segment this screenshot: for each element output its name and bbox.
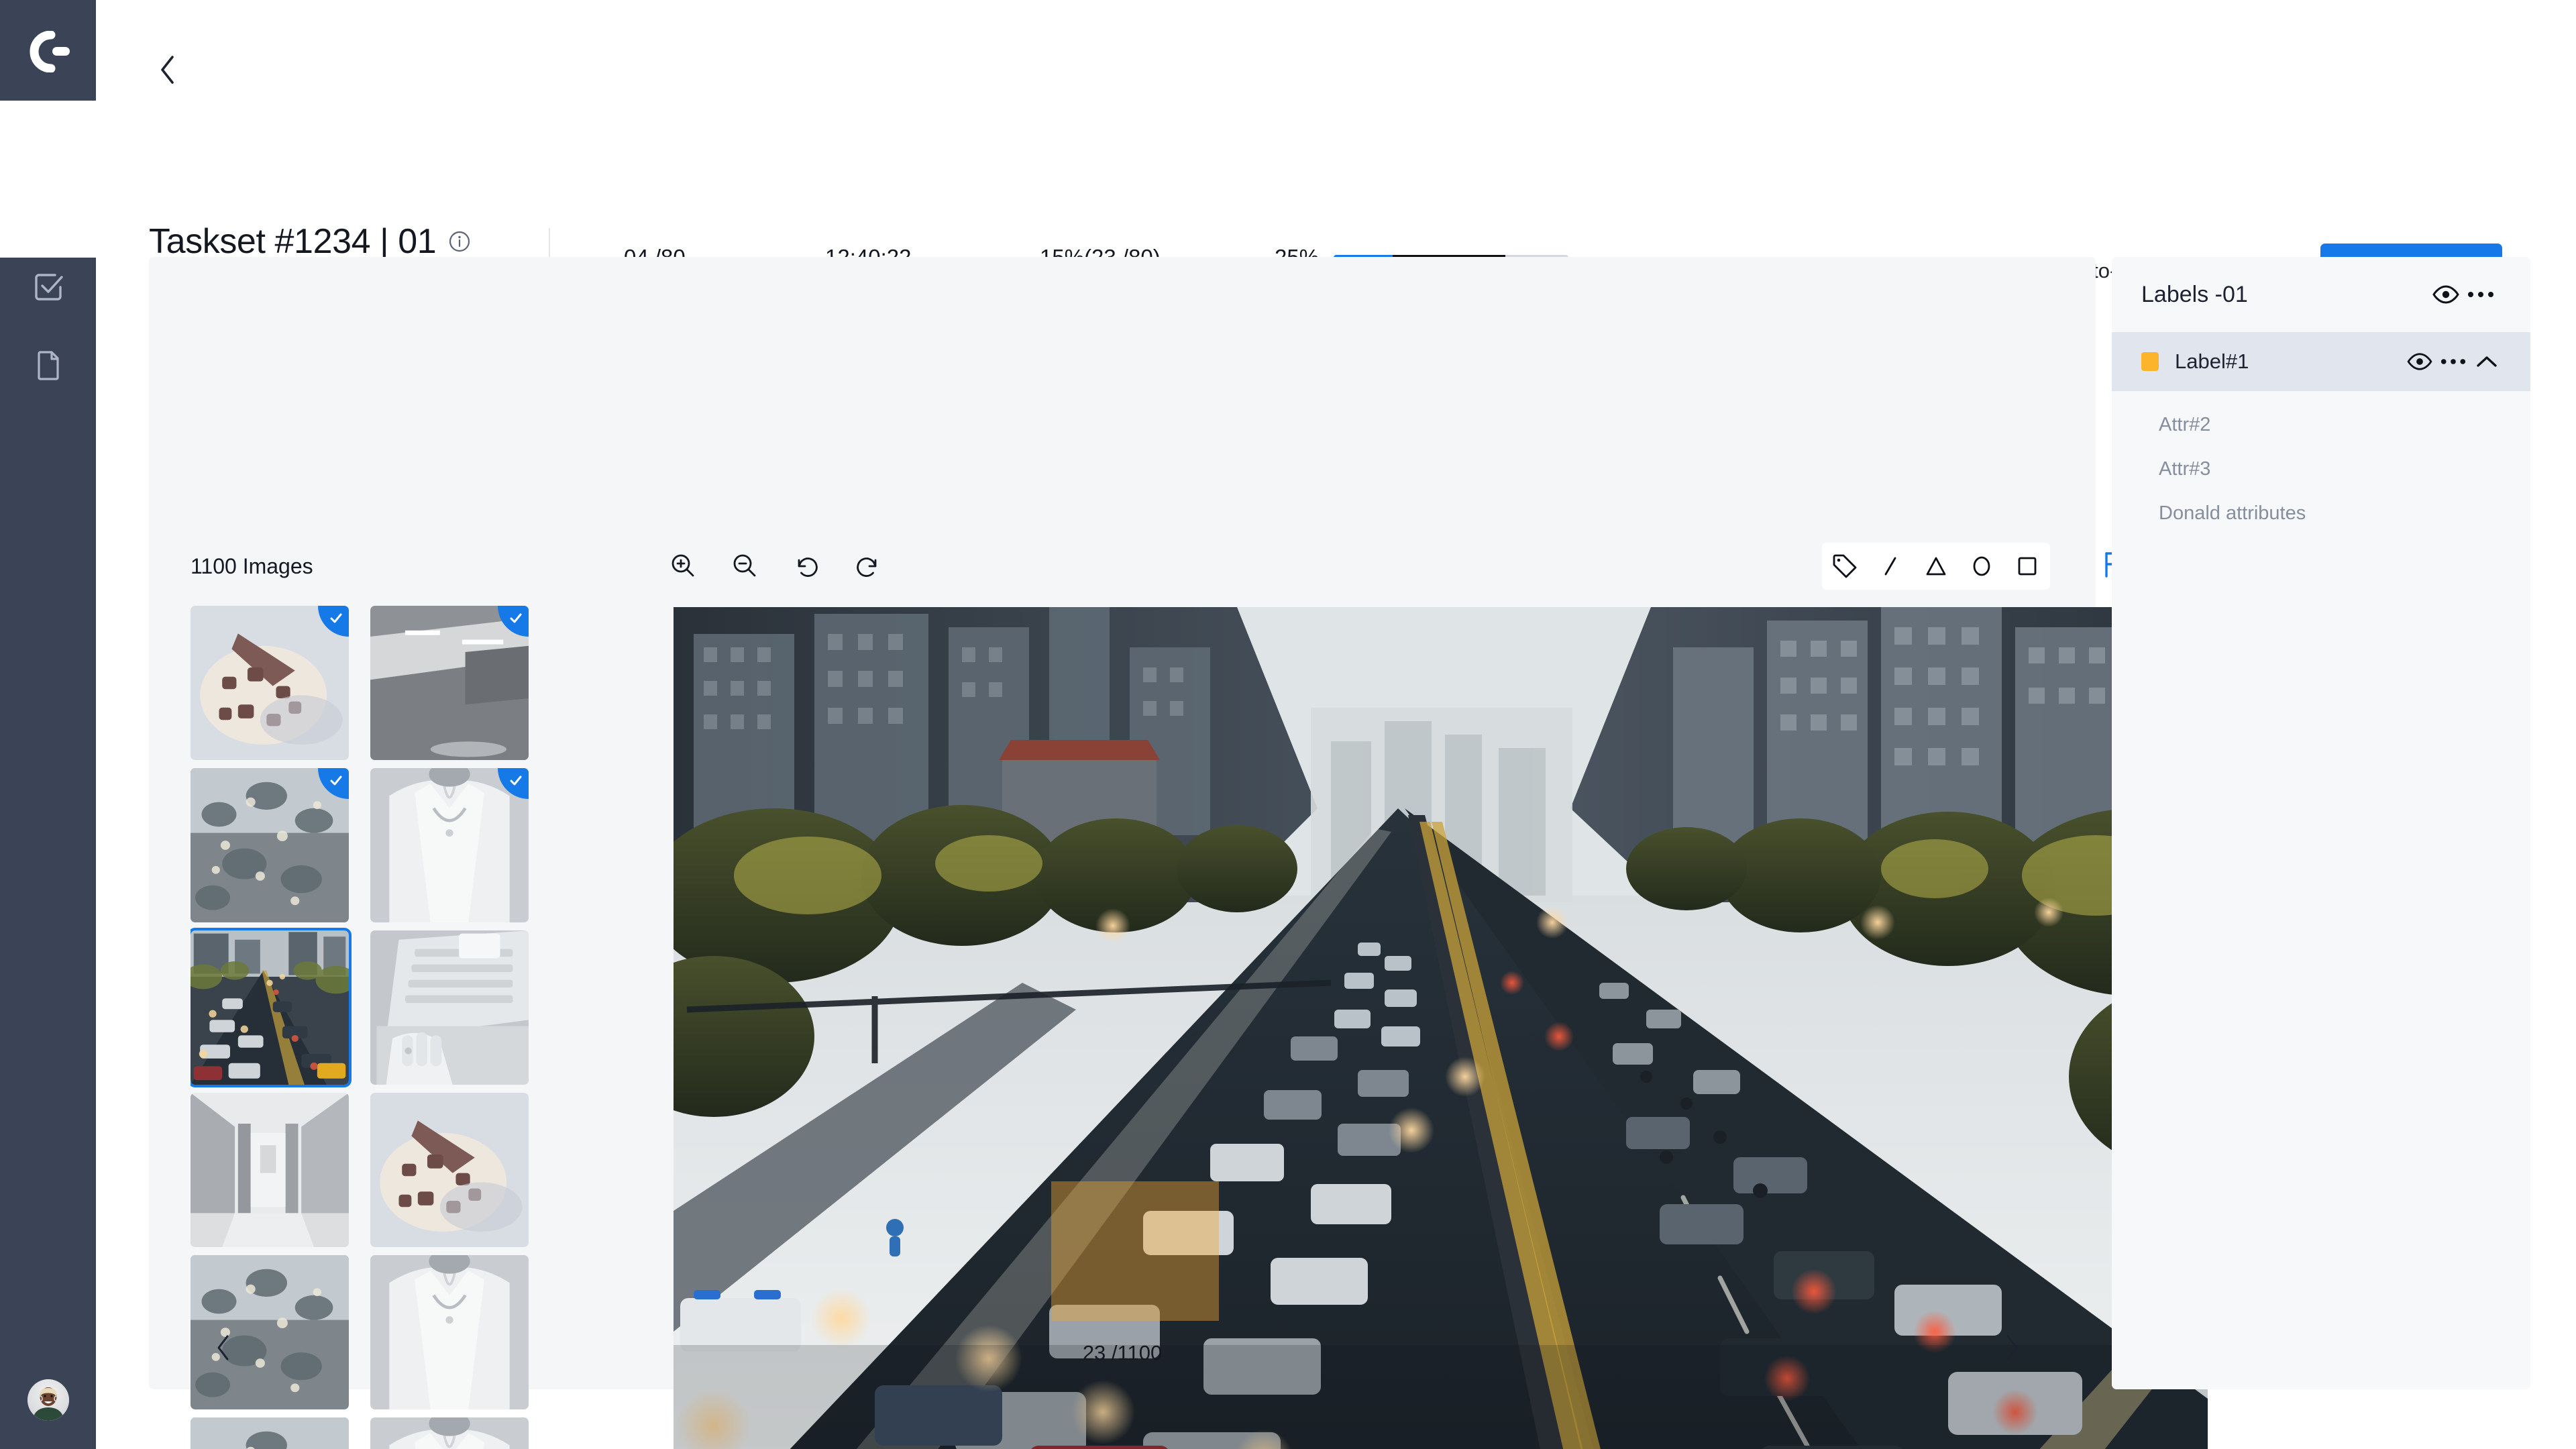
thumbnail-item[interactable] (370, 1417, 529, 1449)
title-separator: | (380, 222, 389, 261)
zoom-in-icon[interactable] (664, 547, 702, 584)
thumbnail-item[interactable] (191, 1417, 349, 1449)
label-item-row[interactable]: Label#1 (2112, 332, 2530, 391)
label-attribute-item[interactable]: Attr#2 (2141, 403, 2501, 447)
thumbnail-item[interactable] (370, 1093, 529, 1247)
more-horizontal-icon[interactable] (2436, 345, 2470, 378)
label-attributes-list: Attr#2 Attr#3 Donald attributes (2112, 403, 2530, 536)
chevron-left-icon (158, 54, 178, 89)
sidebar-item-documents[interactable] (27, 343, 70, 386)
thumbnail-item[interactable] (370, 930, 529, 1085)
tag-icon[interactable] (1827, 549, 1862, 584)
label-attribute-item[interactable]: Attr#3 (2141, 447, 2501, 492)
line-icon[interactable] (1873, 549, 1908, 584)
label-attribute-item[interactable]: Donald attributes (2141, 492, 2501, 536)
page-title: Taskset #1234 | 01 (149, 221, 471, 262)
polygon-triangle-icon[interactable] (1919, 549, 1953, 584)
back-button[interactable] (149, 52, 186, 90)
thumbnail-item[interactable] (191, 606, 349, 760)
taskset-title: Taskset #1234 (149, 222, 371, 261)
labels-panel-header: Labels -01 (2112, 257, 2530, 332)
labels-panel: Labels -01 Label#1 Attr#2 Attr#3 Donald … (2112, 257, 2530, 1389)
avatar[interactable] (27, 1379, 69, 1421)
chevron-up-icon[interactable] (2470, 345, 2504, 378)
next-image-button[interactable] (2003, 1334, 2041, 1372)
eye-icon[interactable] (2403, 345, 2436, 378)
thumbnail-item[interactable] (370, 606, 529, 760)
thumbnail-item[interactable] (370, 768, 529, 922)
zoom-out-icon[interactable] (726, 547, 763, 584)
info-circle-icon[interactable] (448, 230, 471, 253)
zoom-toolbar (664, 547, 887, 584)
workspace-card: 1100 Images 23 /1100 (149, 257, 2208, 1449)
image-pagination: 23 /1100 (149, 1316, 2096, 1389)
rectangle-icon[interactable] (2010, 549, 2045, 584)
redo-icon[interactable] (849, 547, 887, 584)
image-count-label: 1100 Images (191, 554, 313, 578)
pagination-position: 23 /1100 (1082, 1341, 1163, 1364)
thumbnail-item[interactable] (191, 1093, 349, 1247)
eye-icon[interactable] (2428, 277, 2463, 312)
app-root: Taskset #1234 | 01 Classification View g… (0, 0, 2576, 1449)
thumbnail-item[interactable] (191, 768, 349, 922)
taskset-index: 01 (398, 222, 437, 261)
label-color-swatch (2141, 352, 2159, 371)
brand-logo[interactable] (22, 25, 74, 78)
ellipse-icon[interactable] (1964, 549, 1999, 584)
labels-panel-title: Labels -01 (2141, 281, 2248, 307)
annotation-bounding-box[interactable] (1051, 1181, 1219, 1321)
label-name: Label#1 (2175, 350, 2249, 373)
thumbnail-item[interactable] (191, 928, 352, 1087)
undo-icon[interactable] (788, 547, 825, 584)
annotation-toolbar (1822, 543, 2050, 590)
more-horizontal-icon[interactable] (2463, 277, 2498, 312)
page-header: Taskset #1234 | 01 Classification View g… (0, 101, 2576, 307)
sidebar-item-tasks[interactable] (27, 266, 70, 309)
